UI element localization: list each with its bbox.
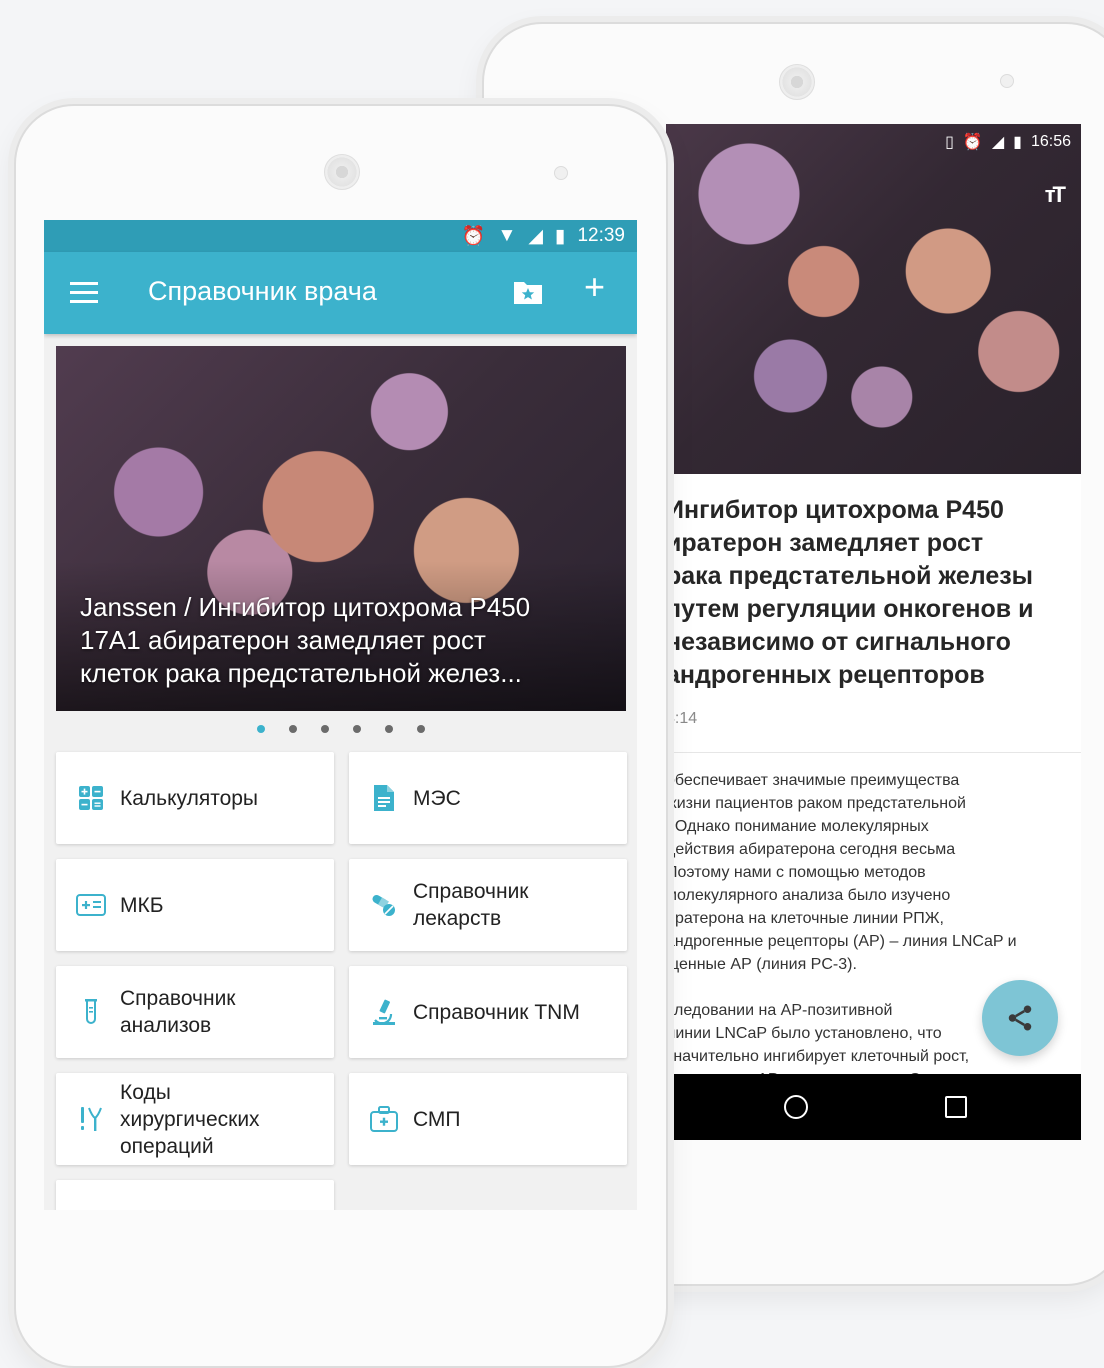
battery-icon: ▮ [554, 225, 566, 247]
body-line: . Однако понимание молекулярных [666, 818, 929, 835]
share-button[interactable] [982, 980, 1058, 1056]
surgical-tools-icon [81, 1107, 102, 1131]
carousel-indicator [44, 725, 637, 733]
body-line: молекулярного анализа было изучено [666, 887, 951, 904]
favorites-folder-icon[interactable] [512, 278, 544, 306]
caption-line: клеток рака предстательной желез... [80, 658, 522, 688]
title-line: иратерон замедляет рост [666, 529, 984, 557]
menu-label: МКБ [120, 893, 164, 917]
microscope-icon [373, 999, 395, 1025]
add-icon[interactable]: + [584, 266, 605, 308]
article-hero-image: ▯ ⏰ ◢ ▮ 16:56 тT [666, 124, 1081, 474]
home-nav-icon[interactable] [784, 1095, 808, 1119]
alarm-icon: ⏰ [461, 226, 486, 247]
menu-label: СМП [413, 1107, 461, 1131]
menu-smp[interactable]: СМП [349, 1073, 627, 1165]
carousel-caption: Janssen / Ингибитор цитохрома P450 17A1 … [80, 591, 610, 690]
text-size-icon[interactable]: тT [1045, 182, 1066, 208]
title-line: Ингибитор цитохрома P450 [666, 496, 1004, 524]
title-line: путем регуляции онкогенов и [666, 595, 1034, 623]
menu-item-partial[interactable] [56, 1180, 334, 1210]
body-line: Поэтому нами с помощью методов [666, 864, 926, 881]
vibrate-icon: ▯ [945, 134, 954, 151]
menu-label: Справочник [413, 880, 529, 903]
article-title: Ингибитор цитохрома P450 иратерон замедл… [666, 494, 1081, 692]
document-icon [374, 785, 394, 811]
hamburger-menu-icon[interactable] [70, 282, 98, 304]
carousel-dot[interactable] [320, 725, 329, 733]
carousel-dot[interactable] [384, 725, 393, 733]
title-line: андрогенных рецепторов [666, 661, 985, 689]
share-icon [1008, 1005, 1032, 1031]
carousel-dot[interactable] [352, 725, 361, 733]
news-carousel[interactable]: Janssen / Ингибитор цитохрома P450 17A1 … [56, 346, 626, 711]
body-line: обеспечивает значимые преимущества [666, 772, 960, 789]
navigation-bar [666, 1074, 1081, 1140]
menu-label: Справочник [120, 987, 236, 1010]
status-bar: ▯ ⏰ ◢ ▮ 16:56 [945, 132, 1071, 152]
menu-tnm[interactable]: Справочник TNM [349, 966, 627, 1058]
menu-analyses[interactable]: Справочник анализов [56, 966, 334, 1058]
title-line: независимо от сигнального [666, 628, 1011, 656]
medical-card-icon [76, 894, 106, 916]
menu-label: лекарств [413, 907, 502, 930]
menu-mkb[interactable]: МКБ [56, 859, 334, 951]
menu-calculators[interactable]: Калькуляторы [56, 752, 334, 844]
caption-line: 17A1 абиратерон замедляет рост [80, 625, 486, 655]
signal-icon: ◢ [991, 134, 1005, 151]
status-time: 16:56 [1030, 133, 1071, 150]
speaker-grille [324, 154, 360, 190]
caption-line: Janssen / Ингибитор цитохрома P450 [80, 592, 531, 622]
alarm-icon: ⏰ [962, 134, 983, 151]
recents-nav-icon[interactable] [945, 1096, 967, 1118]
front-sensor [1000, 74, 1014, 88]
menu-surgery-codes[interactable]: Коды хирургических операций [56, 1073, 334, 1165]
pills-icon [372, 895, 395, 916]
carousel-dot[interactable] [256, 725, 265, 733]
test-tube-icon [85, 999, 97, 1024]
signal-icon: ◢ [528, 225, 543, 247]
menu-mes[interactable]: МЭС [349, 752, 627, 844]
menu-label: анализов [120, 1014, 212, 1037]
menu-label: операций [120, 1134, 214, 1158]
carousel-dot[interactable] [416, 725, 425, 733]
status-time: 12:39 [577, 225, 625, 246]
home-screen: ⏰ ▼ ◢ ▮ 12:39 Справочник врача + Janssen… [44, 220, 637, 1210]
app-title: Справочник врача [148, 276, 377, 306]
wifi-icon: ▼ [497, 225, 517, 246]
menu-label: Калькуляторы [120, 786, 259, 810]
article-screen: ▯ ⏰ ◢ ▮ 16:56 тT Ингибитор цитохрома P45… [666, 124, 1081, 1140]
speaker-grille [779, 64, 815, 100]
menu-label: хирургических [120, 1107, 260, 1131]
menu-label: Коды [120, 1080, 171, 1104]
title-line: рака предстательной железы [666, 562, 1034, 590]
status-bar: ⏰ ▼ ◢ ▮ 12:39 [44, 220, 637, 252]
first-aid-kit-icon [370, 1106, 398, 1132]
battery-icon: ▮ [1013, 134, 1022, 151]
menu-label: Справочник TNM [413, 1000, 580, 1024]
calculator-icon [79, 786, 103, 810]
body-line: андрогенные рецепторы (АР) – линия LNCaP… [666, 933, 1017, 950]
menu-label: МЭС [413, 786, 461, 810]
carousel-dot[interactable] [288, 725, 297, 733]
body-line: иратерона на клеточные линии РПЖ, [666, 910, 944, 927]
body-line: жизни пациентов раком предстательной [666, 795, 966, 812]
menu-drugs[interactable]: Справочник лекарств [349, 859, 627, 951]
app-bar: Справочник врача + [44, 252, 637, 334]
front-sensor [554, 166, 568, 180]
divider [666, 752, 1081, 753]
body-line: действия абиратерона сегодня весьма [666, 841, 956, 858]
article-time: 4:14 [666, 710, 698, 727]
body-line: щенные АР (линия PC-3). [666, 956, 857, 973]
